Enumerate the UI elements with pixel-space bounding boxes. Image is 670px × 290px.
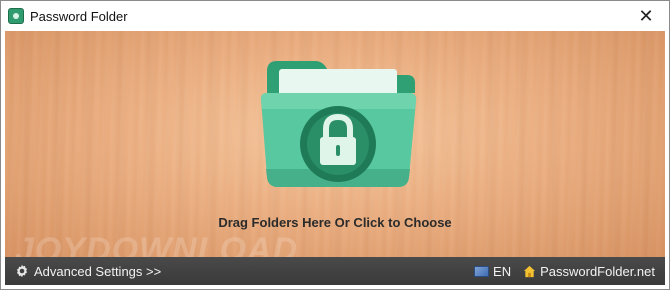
language-label: EN [493, 263, 512, 279]
advanced-settings-label: Advanced Settings >> [34, 263, 162, 279]
drop-zone[interactable]: JOYDOWNLOAD Drag Folders Here Or Click t… [5, 31, 665, 269]
gear-icon [16, 264, 28, 278]
language-selector[interactable]: EN [474, 264, 511, 279]
window-title: Password Folder [30, 8, 128, 24]
website-link[interactable]: PasswordFolder.net [523, 264, 655, 279]
advanced-settings-button[interactable]: Advanced Settings >> [15, 264, 161, 279]
title-bar: Password Folder ✕ [1, 1, 669, 31]
close-button[interactable]: ✕ [623, 1, 669, 31]
home-icon [524, 265, 536, 277]
website-label: PasswordFolder.net [540, 263, 655, 279]
drop-prompt: Drag Folders Here Or Click to Choose [218, 215, 452, 230]
locked-folder-icon [261, 61, 417, 187]
footer-bar: Advanced Settings >> EN PasswordFolder.n… [5, 257, 665, 285]
flag-icon [474, 265, 490, 277]
footer-right: EN PasswordFolder.net [474, 264, 655, 279]
app-icon [8, 8, 24, 24]
app-window: Password Folder ✕ JOYDOWNLOAD Drag Folde… [0, 0, 670, 290]
